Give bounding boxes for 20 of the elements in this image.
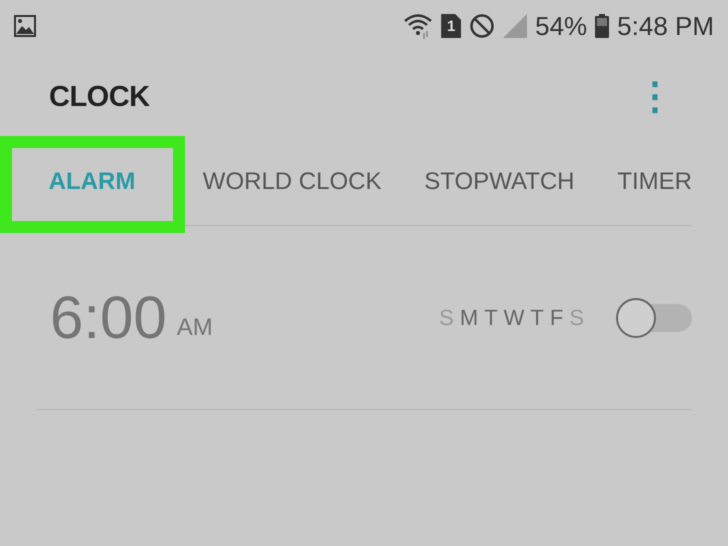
alarm-time: 6:00 bbox=[50, 288, 167, 348]
weekday-label: F bbox=[550, 304, 564, 330]
battery-icon bbox=[595, 14, 610, 38]
signal-icon bbox=[503, 14, 528, 38]
wifi-icon bbox=[403, 13, 434, 39]
weekday-label: W bbox=[504, 304, 524, 330]
weekday-label: T bbox=[530, 304, 544, 330]
clock-time: 5:48 PM bbox=[617, 13, 714, 39]
battery-percent: 54% bbox=[535, 13, 588, 39]
tab[interactable]: WORLD CLOCK bbox=[202, 142, 382, 225]
sim-icon: 1 bbox=[441, 14, 462, 38]
blocked-icon bbox=[469, 13, 496, 39]
weekday-label: M bbox=[460, 304, 478, 330]
app-title: CLOCK bbox=[49, 80, 151, 114]
tab[interactable]: STOPWATCH bbox=[424, 142, 575, 225]
alarm-period: AM bbox=[176, 314, 213, 342]
alarm-switch[interactable] bbox=[616, 298, 692, 338]
weekday-label: T bbox=[484, 304, 498, 330]
tab[interactable]: TIMER bbox=[617, 142, 692, 225]
image-icon bbox=[14, 15, 36, 37]
